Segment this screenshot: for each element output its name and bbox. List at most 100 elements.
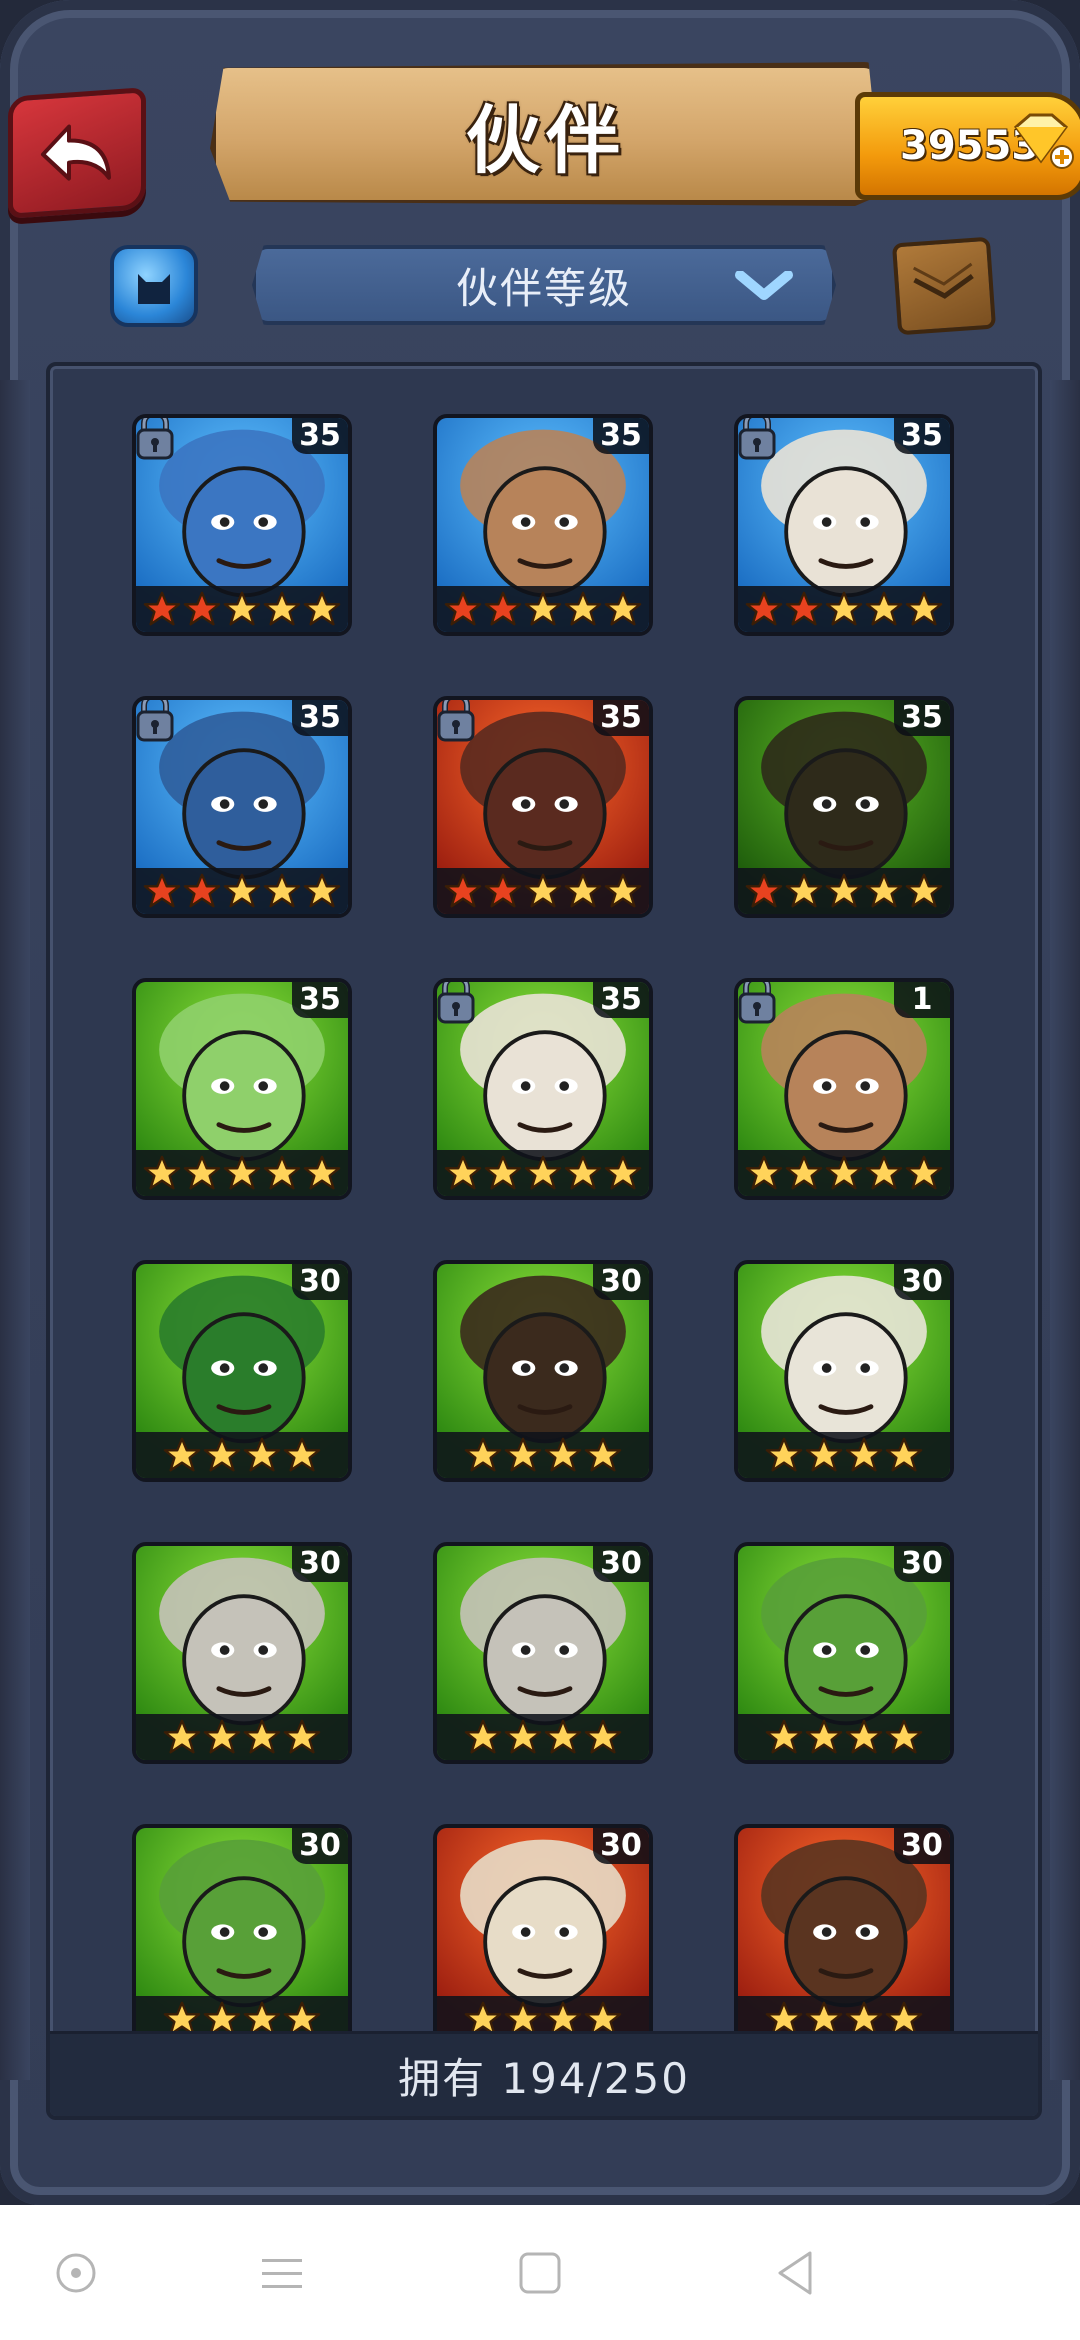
hero-level: 30 [894,1546,950,1582]
hero-card[interactable]: 30 [132,1824,352,2046]
hero-star-rating [136,1150,348,1196]
star-icon [283,1719,321,1754]
hero-star-rating [738,868,950,914]
hero-panel: 35 35 35 35 35 35 35 35 1 30 30 30 30 30 30 30 30 30 拥有 1… [46,362,1042,2120]
star-icon [825,591,863,626]
star-icon [905,591,943,626]
hero-star-rating [738,1432,950,1478]
hero-card[interactable]: 35 [433,696,653,918]
hero-card[interactable]: 35 [132,978,352,1200]
hero-card[interactable]: 30 [132,1542,352,1764]
hero-level: 35 [292,418,348,454]
hero-level: 35 [292,700,348,736]
star-icon [444,1155,482,1190]
hero-level: 35 [593,700,649,736]
hero-card[interactable]: 35 [132,414,352,636]
hero-level: 30 [593,1828,649,1864]
star-icon [504,1719,542,1754]
star-icon [765,1719,803,1754]
hero-level: 30 [292,1828,348,1864]
back-button[interactable] [8,87,146,219]
title-banner: 伙伴 [210,62,882,206]
map-scroll-button[interactable] [891,236,997,336]
star-icon [825,873,863,908]
star-icon [564,591,602,626]
hero-star-rating [437,1150,649,1196]
star-icon [805,1719,843,1754]
frame-edge-right [1050,380,1080,2080]
hero-level: 30 [894,1264,950,1300]
star-icon [283,1437,321,1472]
back-nav-button-icon[interactable] [768,2245,824,2301]
star-icon [464,1719,502,1754]
hero-star-rating [738,586,950,632]
envelope-scroll-icon [912,262,974,299]
star-icon [865,1155,903,1190]
star-icon [604,1155,642,1190]
star-icon [203,1437,241,1472]
diamond-plus-icon [1013,113,1074,169]
star-icon [905,873,943,908]
hero-card[interactable]: 35 [433,414,653,636]
hero-grid: 35 35 35 35 35 35 35 35 1 30 30 30 30 30 30 30 30 30 [132,414,956,2046]
home-button-icon[interactable] [512,2245,568,2301]
star-icon [504,1437,542,1472]
hero-card[interactable]: 30 [433,1542,653,1764]
star-icon [163,1719,201,1754]
star-icon [243,1437,281,1472]
lock-icon [136,700,174,742]
star-icon [143,1155,181,1190]
menu-button-icon[interactable] [254,2245,310,2301]
hero-card[interactable]: 35 [433,978,653,1200]
star-icon [564,1155,602,1190]
star-icon [243,1719,281,1754]
star-icon [163,1437,201,1472]
star-icon [745,873,783,908]
star-icon [303,873,341,908]
chevron-down-icon [735,271,793,300]
hero-star-rating [437,586,649,632]
star-icon [303,1155,341,1190]
hero-card[interactable]: 35 [132,696,352,918]
hero-level: 30 [894,1828,950,1864]
hero-level: 30 [593,1264,649,1300]
hero-star-rating [437,1714,649,1760]
lock-icon [738,418,776,460]
hero-card[interactable]: 30 [433,1824,653,2046]
star-icon [183,873,221,908]
hero-card[interactable]: 35 [734,696,954,918]
star-icon [484,591,522,626]
filter-label: 伙伴等级 [455,263,632,313]
hero-card[interactable]: 30 [734,1542,954,1764]
hero-card[interactable]: 35 [734,414,954,636]
star-icon [484,873,522,908]
star-icon [805,1437,843,1472]
hero-card[interactable]: 30 [734,1260,954,1482]
filter-dropdown[interactable]: 伙伴等级 [252,245,836,325]
star-icon [143,873,181,908]
assistant-button-icon[interactable] [48,2245,104,2301]
star-icon [785,591,823,626]
star-icon [865,873,903,908]
hero-level: 35 [593,418,649,454]
sort-toggle-button[interactable] [110,245,198,327]
hero-card[interactable]: 30 [132,1260,352,1482]
star-icon [604,873,642,908]
lock-icon [738,982,776,1024]
star-icon [544,1437,582,1472]
gem-counter[interactable]: 39553 [855,92,1080,200]
hero-card[interactable]: 30 [734,1824,954,2046]
hero-star-rating [738,1150,950,1196]
star-icon [203,1719,241,1754]
star-icon [745,1155,783,1190]
game-frame: 伙伴 39553 伙伴等级 35 35 35 35 35 35 35 35 1 30 30 30 30 3… [0,0,1080,2205]
cat-head-icon [138,274,170,304]
hero-level: 1 [894,982,950,1018]
owned-count: 拥有 194/250 [398,2053,690,2103]
star-icon [584,1437,622,1472]
hero-card[interactable]: 30 [433,1260,653,1482]
star-icon [223,873,261,908]
hero-level: 35 [292,982,348,1018]
star-icon [223,1155,261,1190]
hero-card[interactable]: 1 [734,978,954,1200]
